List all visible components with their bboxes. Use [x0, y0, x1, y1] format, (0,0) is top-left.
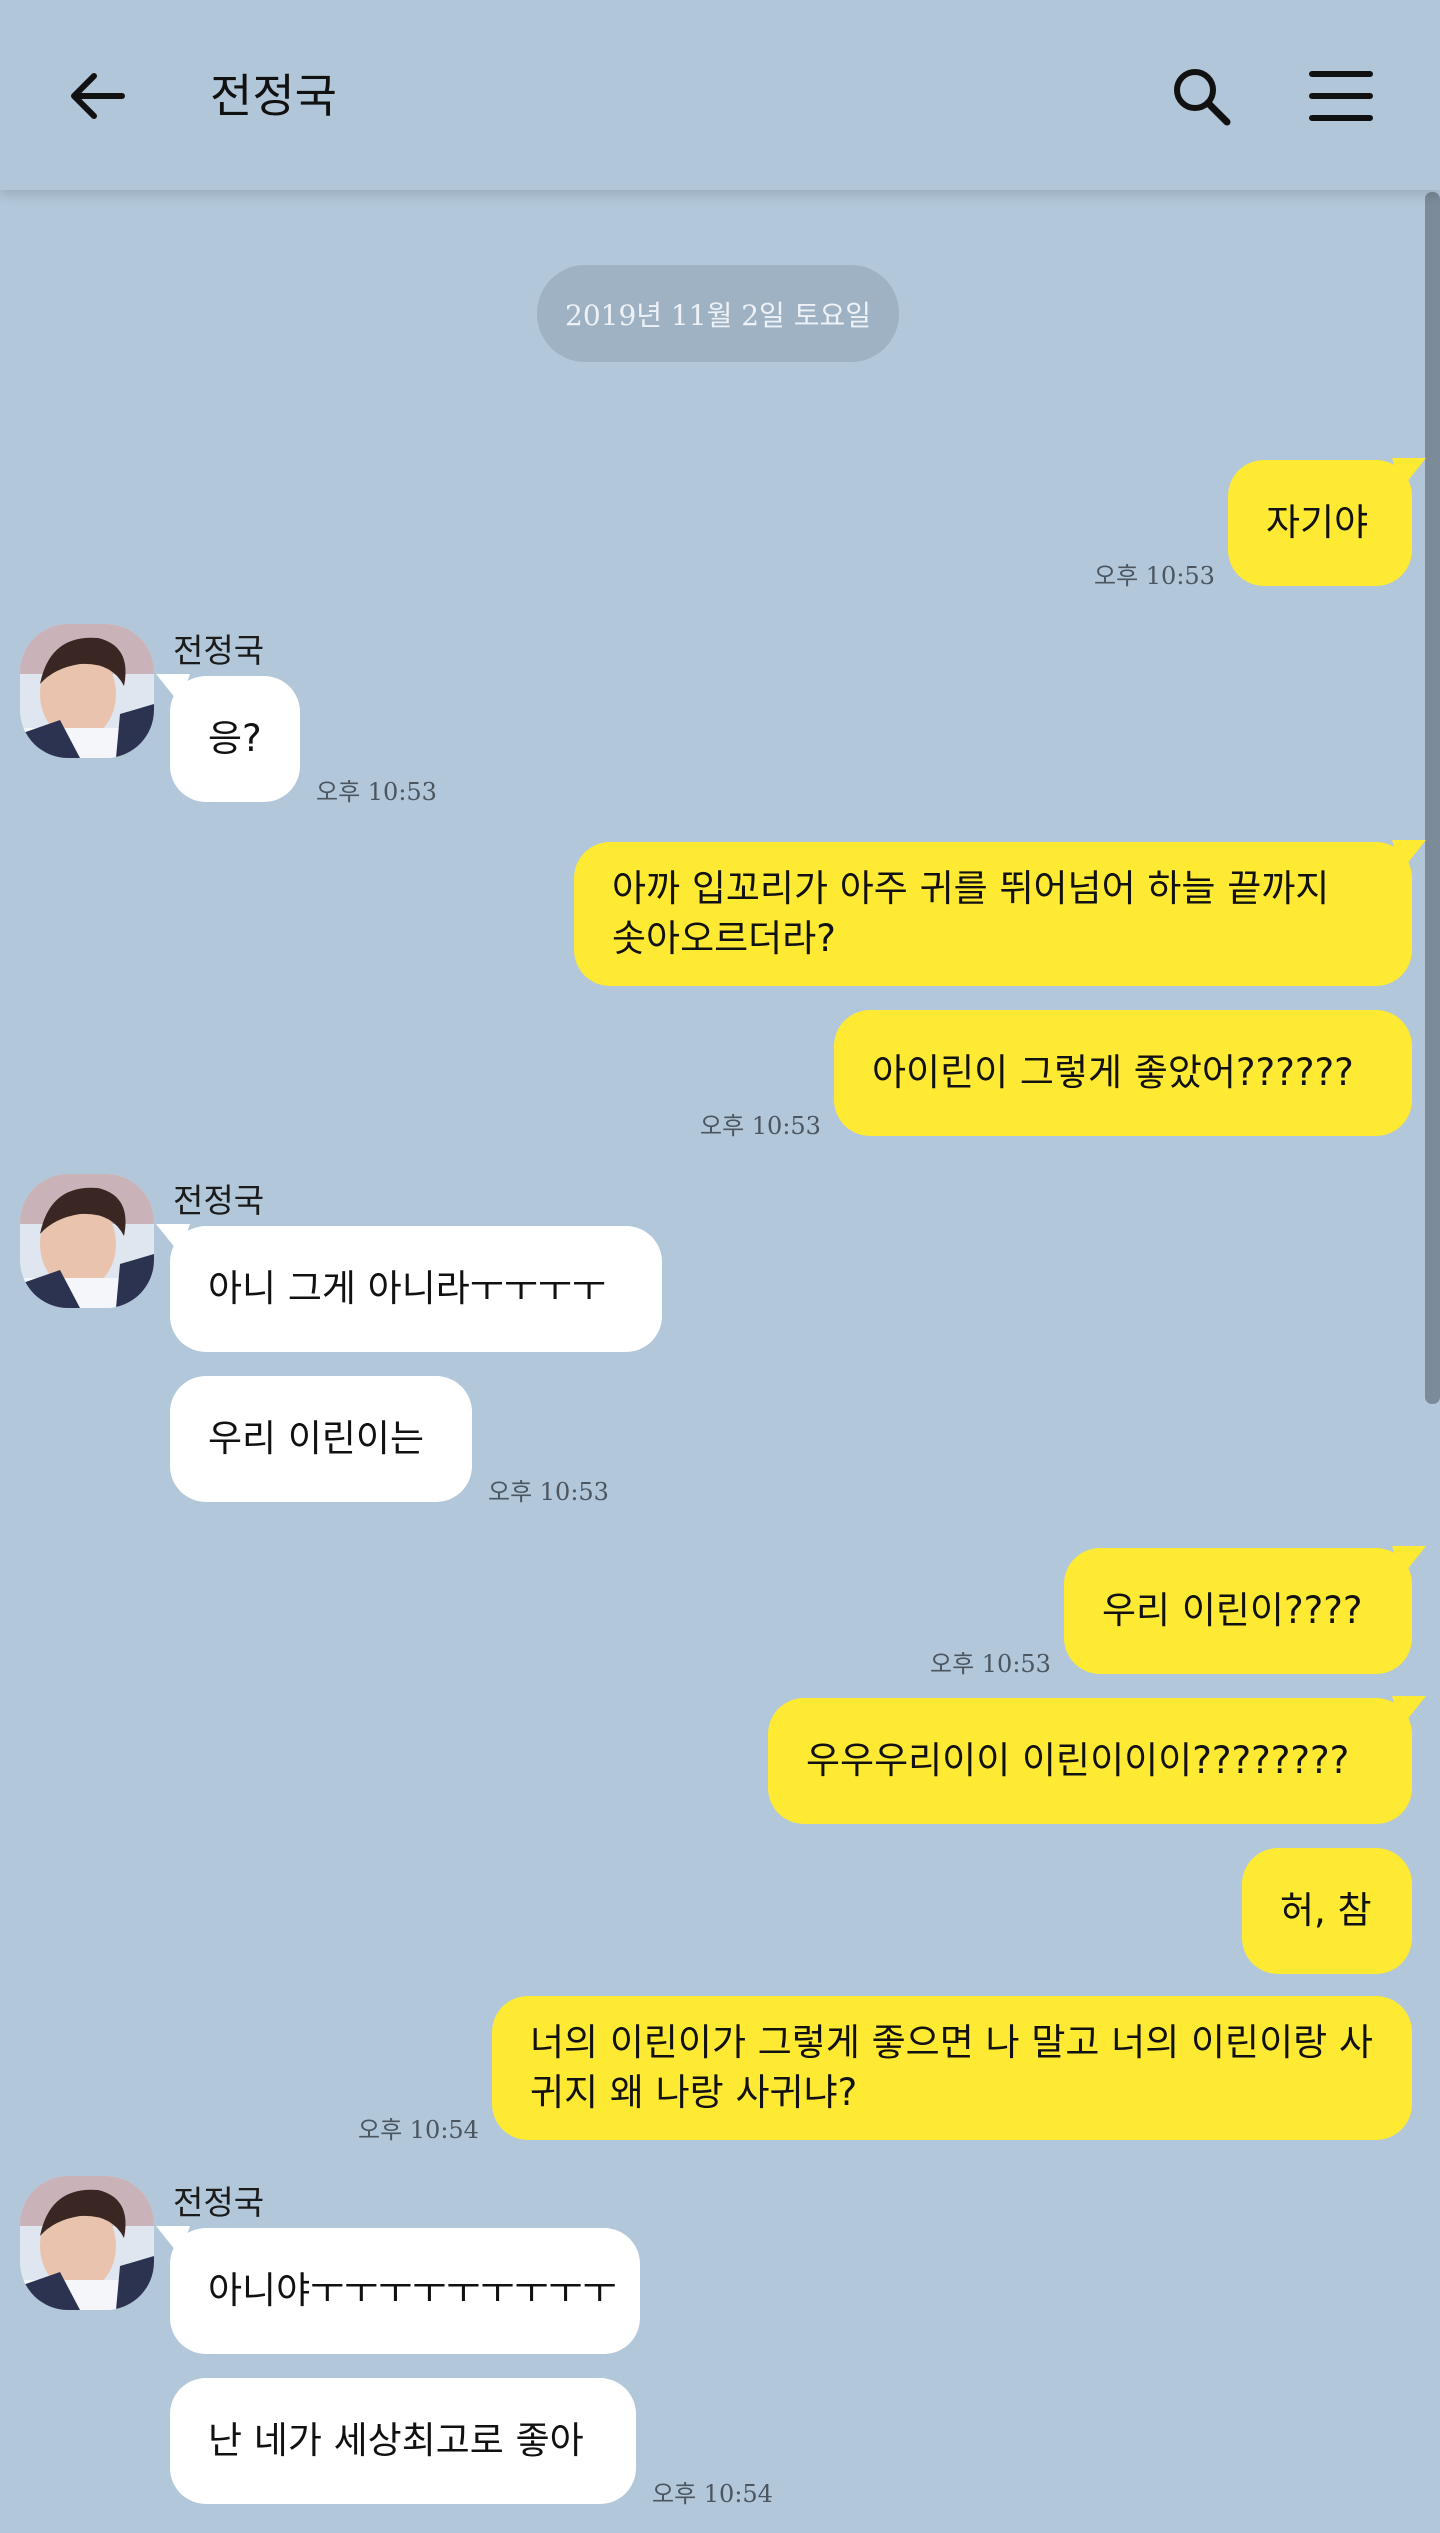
- bubble-tail: [156, 2226, 190, 2256]
- search-icon[interactable]: [1165, 60, 1237, 132]
- my-message[interactable]: 우리 이린이????: [1064, 1546, 1426, 1674]
- sender-name: 전정국: [173, 1181, 265, 1220]
- bubble-tail: [156, 1224, 190, 1254]
- their-message[interactable]: 아니야ㅜㅜㅜㅜㅜㅜㅜㅜㅜ: [156, 2226, 640, 2354]
- back-arrow-icon[interactable]: [62, 60, 134, 132]
- my-message[interactable]: 너의 이린이가 그렇게 좋으면 나 말고 너의 이린이랑 사귀지 왜 나랑 사귀…: [492, 1996, 1412, 2140]
- chat-title: 전정국: [210, 69, 337, 123]
- message-text: 아니 그게 아니라ㅜㅜㅜㅜ: [208, 1267, 606, 1310]
- menu-icon[interactable]: [1305, 60, 1377, 132]
- my-message[interactable]: 우우우리이이 이린이이이????????: [768, 1696, 1426, 1824]
- message-text: 허, 참: [1280, 1889, 1372, 1932]
- my-message[interactable]: 허, 참: [1242, 1848, 1412, 1974]
- bubble-tail: [156, 674, 190, 704]
- date-divider: 2019년 11월 2일 토요일: [537, 265, 899, 362]
- scrollbar[interactable]: [1425, 192, 1440, 1404]
- message-text: 난 네가 세상최고로 좋아: [208, 2419, 584, 2462]
- bubble-tail: [1392, 1546, 1426, 1576]
- bubble-tail: [1392, 458, 1426, 488]
- message-text: 아니야ㅜㅜㅜㅜㅜㅜㅜㅜㅜ: [208, 2269, 617, 2312]
- my-message[interactable]: 아까 입꼬리가 아주 귀를 뛰어넘어 하늘 끝까지 솟아오르더라?: [574, 840, 1426, 986]
- my-message[interactable]: 자기야: [1228, 458, 1426, 586]
- avatar[interactable]: [20, 624, 154, 758]
- chat-header: 전정국: [0, 0, 1440, 190]
- message-text: 우리 이린이는: [208, 1417, 425, 1460]
- bubble-tail: [1392, 1696, 1426, 1726]
- message-text: 우우우리이이 이린이이이????????: [806, 1739, 1350, 1782]
- message-time: 오후 10:54: [652, 2480, 773, 2508]
- message-text: 응?: [208, 717, 262, 760]
- message-text: 자기야: [1266, 501, 1369, 544]
- their-message[interactable]: 아니 그게 아니라ㅜㅜㅜㅜ: [156, 1224, 662, 1352]
- message-text: 아이린이 그렇게 좋았어??????: [872, 1051, 1354, 1094]
- their-message[interactable]: 난 네가 세상최고로 좋아: [170, 2378, 636, 2504]
- message-text: 우리 이린이????: [1102, 1589, 1363, 1632]
- my-message[interactable]: 아이린이 그렇게 좋았어??????: [834, 1010, 1412, 1136]
- message-time: 오후 10:53: [700, 1112, 821, 1140]
- message-time: 오후 10:53: [1094, 562, 1215, 590]
- message-time: 오후 10:53: [316, 778, 437, 806]
- sender-name: 전정국: [173, 631, 265, 670]
- message-text: 아까 입꼬리가 아주 귀를 뛰어넘어 하늘 끝까지 솟아오르더라?: [612, 867, 1330, 960]
- message-text: 너의 이린이가 그렇게 좋으면 나 말고 너의 이린이랑 사귀지 왜 나랑 사귀…: [530, 2021, 1373, 2114]
- sender-name: 전정국: [173, 2183, 265, 2222]
- message-time: 오후 10:53: [488, 1478, 609, 1506]
- message-time: 오후 10:53: [930, 1650, 1051, 1678]
- their-message[interactable]: 응?: [156, 674, 300, 802]
- avatar[interactable]: [20, 2176, 154, 2310]
- avatar[interactable]: [20, 1174, 154, 1308]
- their-message[interactable]: 우리 이린이는: [170, 1376, 472, 1502]
- bubble-tail: [1392, 840, 1426, 870]
- message-time: 오후 10:54: [358, 2116, 479, 2144]
